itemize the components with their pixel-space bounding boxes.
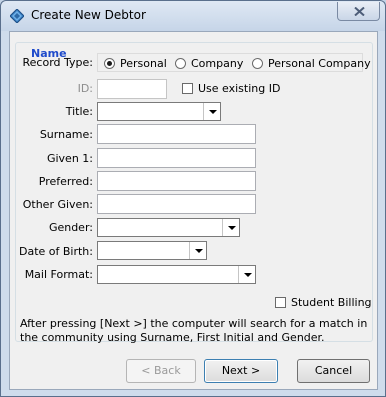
given1-label: Given 1:: [46, 152, 93, 165]
checkbox-icon: [275, 297, 286, 308]
id-input[interactable]: [97, 79, 167, 99]
title-bar[interactable]: Create New Debtor: [1, 1, 385, 31]
dialog-window: Create New Debtor Name Record Type: Pers…: [0, 0, 386, 397]
student-billing-label: Student Billing: [291, 296, 372, 309]
dob-label: Date of Birth:: [18, 245, 93, 258]
id-label: ID:: [77, 82, 93, 95]
chevron-down-icon[interactable]: [238, 266, 255, 283]
radio-personal-label: Personal: [120, 57, 167, 70]
chevron-down-icon[interactable]: [203, 103, 220, 120]
record-type-label: Record Type:: [22, 56, 93, 69]
checkbox-icon: [182, 83, 193, 94]
other-given-label: Other Given:: [22, 198, 93, 211]
gender-dropdown[interactable]: [97, 218, 240, 237]
surname-input[interactable]: [97, 124, 256, 144]
radio-company[interactable]: Company: [175, 57, 243, 70]
mail-format-dropdown[interactable]: [97, 265, 256, 284]
back-button[interactable]: < Back: [126, 359, 196, 383]
student-billing-checkbox[interactable]: Student Billing: [275, 296, 372, 309]
use-existing-id-checkbox[interactable]: Use existing ID: [182, 82, 280, 95]
radio-unselected-icon: [252, 58, 263, 69]
dob-dropdown[interactable]: [97, 241, 207, 260]
surname-label: Surname:: [39, 128, 93, 141]
preferred-input[interactable]: [97, 171, 256, 191]
radio-personal-company[interactable]: Personal Company: [252, 57, 371, 70]
preferred-label: Preferred:: [38, 175, 93, 188]
close-button[interactable]: [337, 2, 380, 21]
given1-input[interactable]: [97, 148, 256, 168]
close-icon: [354, 7, 365, 16]
record-type-radio-group: Personal Company Personal Company: [97, 53, 371, 72]
radio-personal[interactable]: Personal: [104, 57, 167, 70]
search-info-text: After pressing [Next >] the computer wil…: [20, 317, 368, 344]
radio-unselected-icon: [175, 58, 186, 69]
title-dropdown[interactable]: [97, 102, 221, 121]
other-given-input[interactable]: [97, 194, 256, 214]
gender-label: Gender:: [48, 221, 93, 234]
next-button[interactable]: Next >: [204, 359, 278, 383]
cancel-button[interactable]: Cancel: [297, 359, 370, 383]
chevron-down-icon[interactable]: [222, 219, 239, 236]
radio-selected-icon: [104, 58, 115, 69]
chevron-down-icon[interactable]: [189, 242, 206, 259]
radio-company-label: Company: [191, 57, 244, 70]
use-existing-id-label: Use existing ID: [198, 82, 281, 95]
radio-personal-company-label: Personal Company: [268, 57, 371, 70]
dialog-content: Name Record Type: Personal Company Perso…: [9, 31, 378, 390]
title-label: Title:: [65, 105, 93, 118]
mail-format-label: Mail Format:: [24, 268, 93, 281]
window-title: Create New Debtor: [31, 8, 146, 22]
diamond-app-icon: [9, 8, 25, 24]
